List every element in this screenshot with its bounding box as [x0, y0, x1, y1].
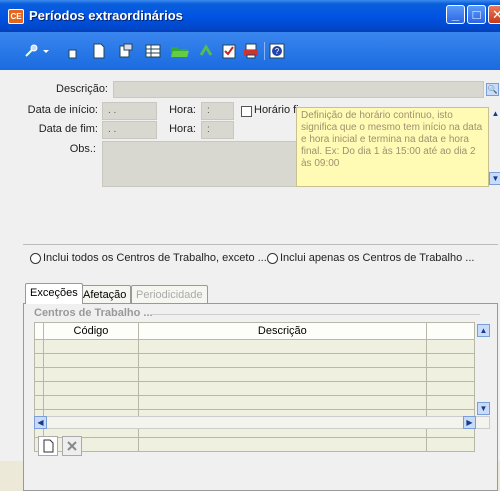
horario-fixo-checkbox[interactable]	[241, 106, 252, 117]
help-icon[interactable]: ?	[269, 43, 285, 59]
chevron-up-icon: ▲	[479, 326, 488, 335]
grid-scroll-left-button[interactable]: ◀	[34, 416, 47, 429]
hora-inicio-input[interactable]: :	[201, 102, 234, 120]
search-lookup-button[interactable]: 🔍	[486, 83, 499, 96]
title-bar: CE Períodos extraordinários _ □ ✕	[0, 0, 500, 32]
data-inicio-label: Data de início:	[27, 104, 98, 116]
table-row[interactable]	[34, 395, 476, 410]
note-scroll-down-button[interactable]: ▼	[489, 172, 500, 185]
chevron-right-icon: ▶	[466, 418, 473, 427]
col-header-codigo[interactable]: Código	[42, 322, 140, 340]
close-icon: ✕	[492, 7, 500, 22]
toolbar-separator	[264, 42, 265, 60]
magnifier-icon: 🔍	[487, 85, 498, 94]
print-icon[interactable]	[243, 43, 259, 59]
minimize-button[interactable]: _	[446, 5, 465, 24]
new-small-icon[interactable]	[64, 43, 80, 59]
new-document-icon	[43, 439, 54, 453]
table-row[interactable]	[34, 339, 476, 354]
delete-row-button[interactable]	[62, 436, 82, 456]
info-note: Definição de horário contínuo, isto sign…	[296, 107, 489, 187]
obs-textarea[interactable]	[102, 141, 316, 187]
radio-exceto[interactable]	[30, 253, 41, 264]
add-row-button[interactable]	[38, 436, 58, 456]
descricao-label: Descrição:	[56, 83, 108, 95]
obs-label: Obs.:	[69, 143, 96, 155]
checklist-icon[interactable]	[221, 43, 237, 59]
maximize-button[interactable]: □	[467, 5, 486, 24]
col-header-extra	[425, 322, 476, 340]
descricao-input[interactable]	[113, 81, 484, 98]
table-row[interactable]	[34, 437, 476, 452]
refresh-arrows-icon[interactable]	[198, 43, 214, 59]
toolbar: ?	[0, 32, 500, 71]
hora-fim-label: Hora:	[169, 123, 196, 135]
tools-wrench-icon[interactable]	[23, 43, 39, 59]
close-button[interactable]: ✕	[488, 5, 500, 24]
dropdown-arrow-icon[interactable]	[42, 43, 50, 59]
group-line	[150, 314, 480, 315]
tab-excecoes[interactable]: Exceções	[25, 283, 83, 304]
copy-document-icon[interactable]	[118, 43, 134, 59]
centros-grid: Código Descrição	[34, 322, 476, 452]
open-folder-icon[interactable]	[170, 43, 190, 59]
chevron-left-icon: ◀	[37, 418, 44, 427]
note-scroll-up-button[interactable]: ▲	[489, 108, 500, 121]
tab-periodicidade[interactable]: Periodicidade	[131, 285, 208, 304]
grid-scroll-down-button[interactable]: ▼	[477, 402, 490, 415]
col-header-descricao[interactable]: Descrição	[138, 322, 427, 340]
minimize-icon: _	[451, 7, 460, 22]
table-row[interactable]	[34, 367, 476, 382]
hora-fim-input[interactable]: :	[201, 121, 234, 139]
radio-apenas[interactable]	[267, 253, 278, 264]
chevron-up-icon: ▲	[491, 109, 500, 118]
data-fim-label: Data de fim:	[38, 123, 98, 135]
chevron-down-icon: ▼	[491, 174, 500, 183]
grid-horizontal-scrollbar[interactable]	[34, 416, 490, 429]
window-title: Períodos extraordinários	[29, 8, 183, 23]
new-document-icon[interactable]	[91, 43, 107, 59]
data-fim-input[interactable]: . .	[102, 121, 157, 139]
tab-afetacao[interactable]: Afetação	[78, 285, 132, 304]
app-icon: CE	[8, 9, 24, 24]
grid-scroll-up-button[interactable]: ▲	[477, 324, 490, 337]
table-row[interactable]	[34, 353, 476, 368]
grid-view-icon[interactable]	[145, 43, 161, 59]
group-title: Centros de Trabalho ...	[34, 307, 153, 319]
svg-text:?: ?	[275, 47, 280, 56]
maximize-icon: □	[472, 7, 481, 22]
delete-x-icon	[67, 441, 77, 451]
chevron-down-icon: ▼	[479, 404, 488, 413]
row-header-corner	[34, 322, 44, 340]
options-divider	[23, 244, 498, 245]
hora-inicio-label: Hora:	[169, 104, 196, 116]
radio-apenas-label: Inclui apenas os Centros de Trabalho ...	[280, 252, 475, 264]
table-row[interactable]	[34, 381, 476, 396]
data-inicio-input[interactable]: . .	[102, 102, 157, 120]
radio-exceto-label: Inclui todos os Centros de Trabalho, exc…	[43, 252, 267, 264]
grid-scroll-right-button[interactable]: ▶	[463, 416, 476, 429]
